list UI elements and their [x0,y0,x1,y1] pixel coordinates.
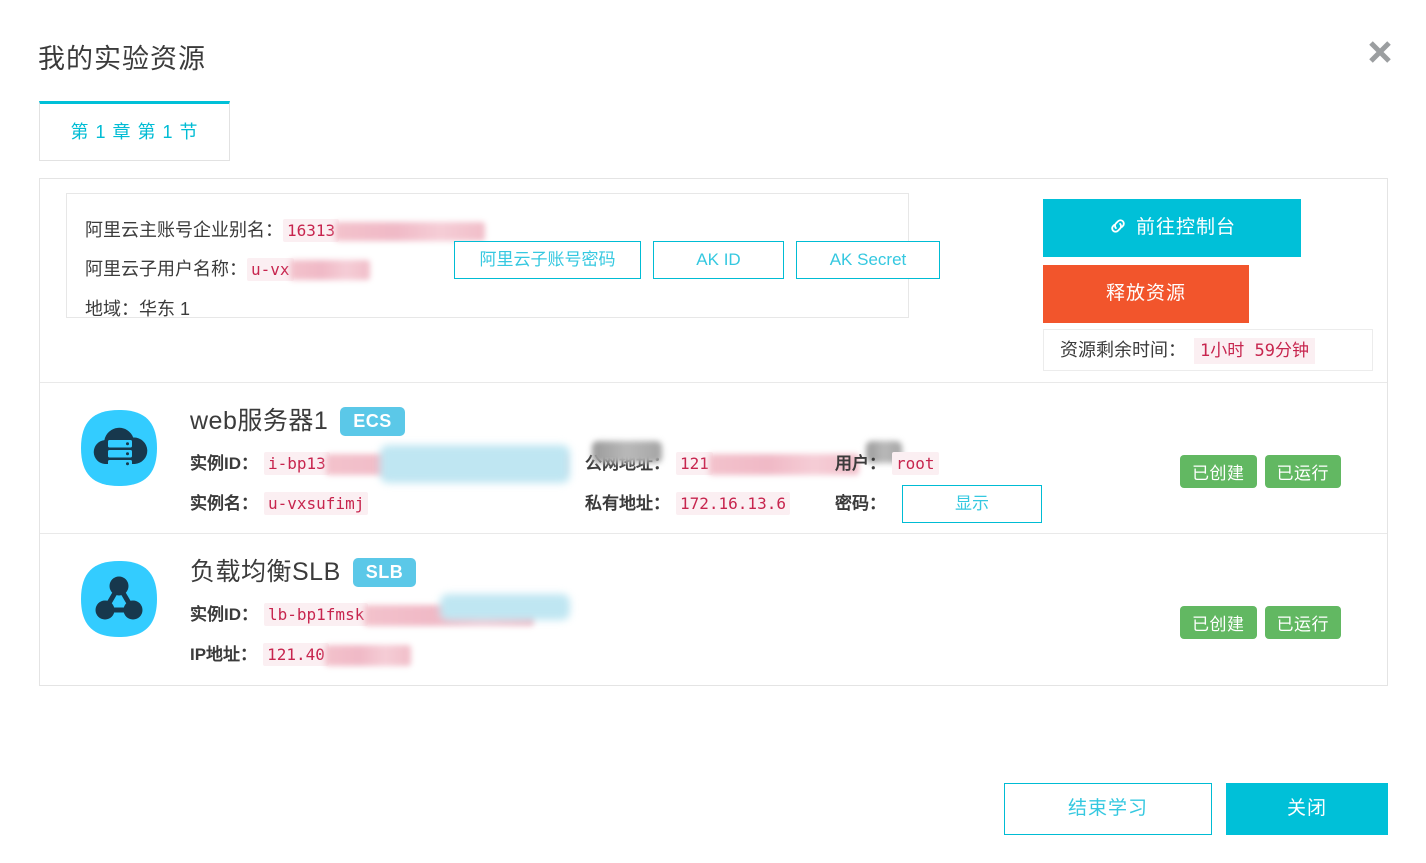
ecs-status-badges: 已创建 已运行 [1172,455,1341,488]
status-badge-running: 已运行 [1264,455,1341,488]
slb-instance-id-label: 实例ID： [190,605,258,624]
ecs-private-ip-label: 私有地址： [585,494,670,513]
close-dialog-button[interactable]: 关闭 [1226,783,1388,835]
status-badge-created: 已创建 [1180,455,1257,488]
ecs-instance-name-label: 实例名： [190,494,258,513]
resource-title-slb: 负载均衡SLB SLB [190,552,417,588]
close-icon[interactable] [1360,32,1400,72]
slb-ip-redaction [324,645,411,667]
sub-user-redaction [289,260,370,281]
slb-instance-id-value: lb-bp1fmsk [264,603,369,626]
ecs-password-field: 密码： [835,493,892,515]
region-label: 地域： [85,299,139,319]
experiment-resources-dialog: 我的实验资源 第 1 章 第 1 节 阿里云主账号企业别名： 16313 阿里云子… [0,0,1426,863]
account-alias-row: 阿里云主账号企业别名： 16313 [85,218,486,243]
sub-user-row: 阿里云子用户名称： u-vx [85,257,370,282]
page-title: 我的实验资源 [38,44,206,74]
slb-status-badges: 已创建 已运行 [1172,606,1341,639]
account-section: 阿里云主账号企业别名： 16313 阿里云子用户名称： u-vx 地域：华东 1 阿… [40,179,1387,383]
resource-type-badge: SLB [352,557,417,587]
slb-ip-field: IP地址： 121.40 [190,643,411,667]
credential-buttons: 阿里云子账号密码 AK ID AK Secret [454,241,952,279]
resource-type-badge: ECS [340,406,405,436]
slb-instance-blur-overlay [440,594,570,620]
ecs-user-field: 用户： root [835,452,939,475]
remaining-time-box: 资源剩余时间： 1小时 59分钟 [1043,329,1373,371]
ecs-public-ip-value: 121 [676,452,713,475]
ak-id-button[interactable]: AK ID [653,241,784,279]
region-value: 华东 1 [139,299,191,319]
slb-ip-label: IP地址： [190,645,258,664]
ecs-instance-blur-overlay [380,445,570,483]
ecs-public-ip-label-redaction [592,441,662,463]
sub-account-password-button[interactable]: 阿里云子账号密码 [454,241,641,279]
ak-secret-button[interactable]: AK Secret [796,241,940,279]
resources-panel: 阿里云主账号企业别名： 16313 阿里云子用户名称： u-vx 地域：华东 1 阿… [39,178,1388,686]
end-study-button[interactable]: 结束学习 [1004,783,1212,835]
account-alias-label: 阿里云主账号企业别名： [85,220,283,240]
remaining-time-value: 1小时 59分钟 [1194,338,1315,364]
remaining-time-label: 资源剩余时间： [1060,340,1186,360]
ecs-user-label: 用户： [835,454,886,473]
resource-row-ecs: web服务器1 ECS 实例ID： i-bp13 实例名： u-vxsufimj 公网… [40,383,1387,534]
status-badge-created: 已创建 [1180,606,1257,639]
slb-network-icon [79,559,159,639]
slb-ip-value: 121.40 [263,643,329,666]
status-badge-running: 已运行 [1264,606,1341,639]
link-icon [1108,202,1128,260]
ecs-instance-id-value: i-bp13 [264,452,330,475]
ecs-private-ip-field: 私有地址： 172.16.13.6 [585,492,790,515]
account-alias-value: 16313 [283,219,340,242]
show-password-button[interactable]: 显示 [902,485,1042,523]
ecs-instance-id-label: 实例ID： [190,454,258,473]
chapter-tabs: 第 1 章 第 1 节 [39,101,230,161]
resource-name: web服务器1 [190,407,329,435]
ecs-password-label: 密码： [835,494,886,513]
go-to-console-label: 前往控制台 [1135,217,1236,238]
tab-chapter-1-section-1[interactable]: 第 1 章 第 1 节 [39,101,230,161]
ecs-private-ip-value: 172.16.13.6 [676,492,790,515]
sub-user-label: 阿里云子用户名称： [85,259,247,279]
sub-user-value: u-vx [247,258,294,281]
resource-name: 负载均衡SLB [190,558,341,586]
resource-row-slb: 负载均衡SLB SLB 实例ID： lb-bp1fmsk IP地址： 121.40 已… [40,534,1387,685]
go-to-console-button[interactable]: 前往控制台 [1043,199,1301,257]
region-row: 地域：华东 1 [85,297,190,321]
cloud-server-icon [79,408,159,488]
release-resources-button[interactable]: 释放资源 [1043,265,1249,323]
dialog-footer: 结束学习 关闭 [1004,783,1388,835]
ecs-user-value: root [892,452,939,475]
ecs-instance-name-value: u-vxsufimj [264,492,369,515]
resource-title-ecs: web服务器1 ECS [190,401,405,437]
ecs-instance-name-field: 实例名： u-vxsufimj [190,492,369,515]
account-alias-redaction [335,221,486,241]
